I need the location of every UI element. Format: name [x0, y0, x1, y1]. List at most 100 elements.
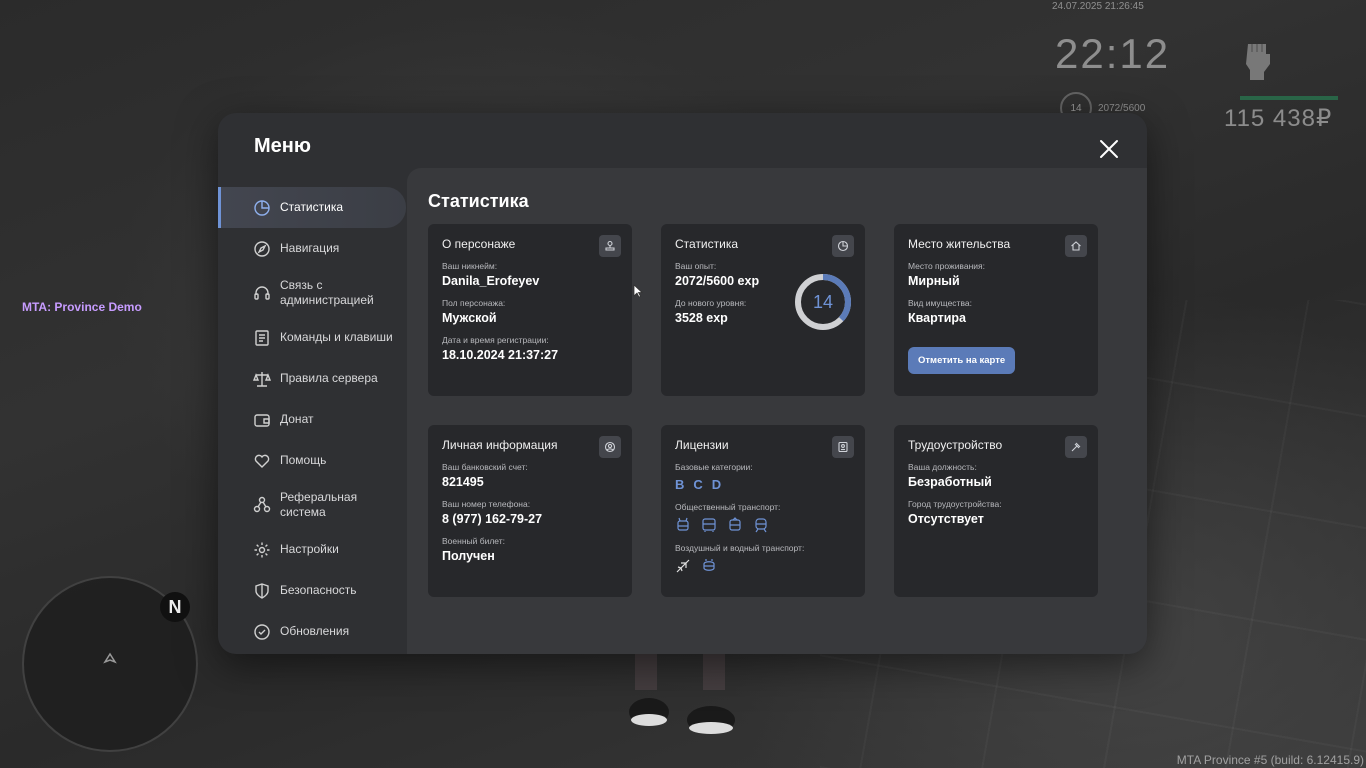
hud-health-bar [1240, 96, 1338, 100]
card-title: Статистика [675, 237, 739, 251]
scales-icon [253, 371, 271, 387]
field-label: Воздушный и водный транспорт: [675, 543, 805, 553]
hud-date: 24.07.2025 21:26:45 [1052, 1, 1144, 12]
card-title: Место жительства [908, 237, 1011, 251]
card-icon-badge [599, 436, 621, 458]
sidebar-item-label: Реферальная система [280, 490, 358, 519]
field-value: Мирный [908, 274, 960, 288]
headset-icon [254, 286, 270, 300]
field-label: Ваш опыт: [675, 261, 717, 271]
sidebar-item-rules[interactable]: Правила сервера [218, 358, 406, 399]
menu-title: Меню [254, 135, 311, 157]
fist-icon [1246, 44, 1270, 80]
character-feet [629, 650, 735, 734]
card-licenses: Лицензии Базовые категории: B C D Общест… [661, 425, 865, 597]
shield-icon [255, 582, 269, 599]
server-label: MTA: Province Demo [22, 300, 142, 314]
sidebar-item-label: Статистика [280, 200, 344, 214]
sidebar-item-navigation[interactable]: Навигация [218, 228, 406, 269]
hud-money: 115 438₽ [1224, 105, 1333, 132]
sidebar-item-statistics[interactable]: Статистика [218, 187, 406, 228]
card-title: Личная информация [442, 438, 558, 452]
field-label: Ваш банковский счет: [442, 462, 528, 472]
sidebar-item-updates[interactable]: Обновления [218, 611, 406, 652]
build-label: MTA Province #5 (build: 6.12415.9) [1176, 753, 1364, 767]
field-value: Квартира [908, 311, 966, 325]
sidebar-item-label: Донат [280, 412, 314, 426]
sidebar-item-security[interactable]: Безопасность [218, 570, 406, 611]
field-label: Общественный транспорт: [675, 502, 781, 512]
heart-hand-icon [254, 454, 270, 468]
stamp-icon [605, 240, 615, 251]
trolleybus-icon [677, 517, 689, 531]
pie-chart-icon [254, 199, 270, 216]
gear-icon [254, 542, 270, 557]
bus-icon [702, 518, 716, 532]
hud-clock: 22:12 [1055, 30, 1171, 77]
license-categories: B C D [675, 477, 851, 492]
card-icon-badge [1065, 436, 1087, 458]
field-label: Ваша должность: [908, 462, 977, 472]
sidebar-item-label: Обновления [280, 624, 350, 638]
field-label: Вид имущества: [908, 298, 972, 308]
field-label: Базовые категории: [675, 462, 753, 472]
sidebar-item-help[interactable]: Помощь [218, 440, 406, 481]
compass-north: N [160, 592, 190, 622]
card-job: Трудоустройство Ваша должность: Безработ… [894, 425, 1098, 597]
level-number: 14 [812, 291, 834, 312]
pie-chart-icon [837, 240, 849, 252]
content-title: Статистика [428, 191, 529, 211]
field-value: Отсутствует [908, 512, 984, 526]
license-category: D [711, 477, 722, 492]
card-title: Трудоустройство [908, 438, 1003, 452]
card-stats: Статистика Ваш опыт: 2072/5600 exp До но… [661, 224, 865, 396]
close-icon[interactable] [1098, 138, 1120, 160]
player-marker-icon [103, 652, 117, 664]
mouse-cursor [633, 284, 643, 298]
sidebar-item-label: Навигация [280, 241, 340, 255]
card-character: О персонаже Ваш никнейм: Danila_Erofeyev… [428, 224, 632, 396]
sidebar-item-settings[interactable]: Настройки [218, 529, 406, 570]
sidebar-item-contact-admin[interactable]: Связь с администрацией [218, 269, 406, 317]
card-title: О персонаже [442, 237, 516, 251]
metro-icon [755, 518, 767, 533]
mark-on-map-button[interactable]: Отметить на карте [908, 347, 1016, 374]
network-icon [253, 496, 271, 513]
card-icon-badge [832, 436, 854, 458]
plane-icon [676, 559, 690, 573]
field-value: Безработный [908, 475, 992, 489]
field-value: Получен [442, 549, 495, 563]
card-icon-badge [599, 235, 621, 257]
sidebar-item-label: Безопасность [280, 583, 357, 597]
field-label: Ваш никнейм: [442, 261, 498, 271]
field-label: Место проживания: [908, 261, 985, 271]
field-label: Ваш номер телефона: [442, 499, 531, 509]
field-value: 18.10.2024 21:37:27 [442, 348, 559, 362]
public-transport-icons [675, 517, 851, 533]
card-icon-badge [832, 235, 854, 257]
sidebar: Статистика Навигация Связь с администрац… [218, 187, 406, 652]
sidebar-item-commands[interactable]: Команды и клавиши [218, 317, 406, 358]
card-title: Лицензии [675, 438, 729, 452]
sidebar-item-donate[interactable]: Донат [218, 399, 406, 440]
content-panel: Статистика О персонаже Ваш никнейм: Dani… [407, 168, 1147, 654]
user-circle-icon [604, 441, 616, 453]
field-value: 8 (977) 162-79-27 [442, 512, 543, 526]
field-value: 821495 [442, 475, 484, 489]
field-label: Дата и время регистрации: [442, 335, 549, 345]
card-icon-badge [1065, 235, 1087, 257]
id-card-icon [838, 441, 848, 453]
sidebar-item-label: Настройки [280, 542, 339, 556]
document-icon [255, 329, 269, 346]
menu-modal: Меню Статистика Навигация Связь с админи… [218, 113, 1147, 654]
check-circle-icon [254, 623, 270, 640]
license-category: C [693, 477, 703, 492]
compass-icon [254, 240, 270, 257]
boat-icon [703, 559, 715, 571]
wallet-icon [254, 413, 270, 427]
field-label: Пол персонажа: [442, 298, 506, 308]
card-residence: Место жительства Место проживания: Мирны… [894, 224, 1098, 396]
sidebar-item-label: Связь с администрацией [280, 278, 374, 307]
field-value: Мужской [442, 311, 497, 325]
sidebar-item-referral[interactable]: Реферальная система [218, 481, 406, 529]
